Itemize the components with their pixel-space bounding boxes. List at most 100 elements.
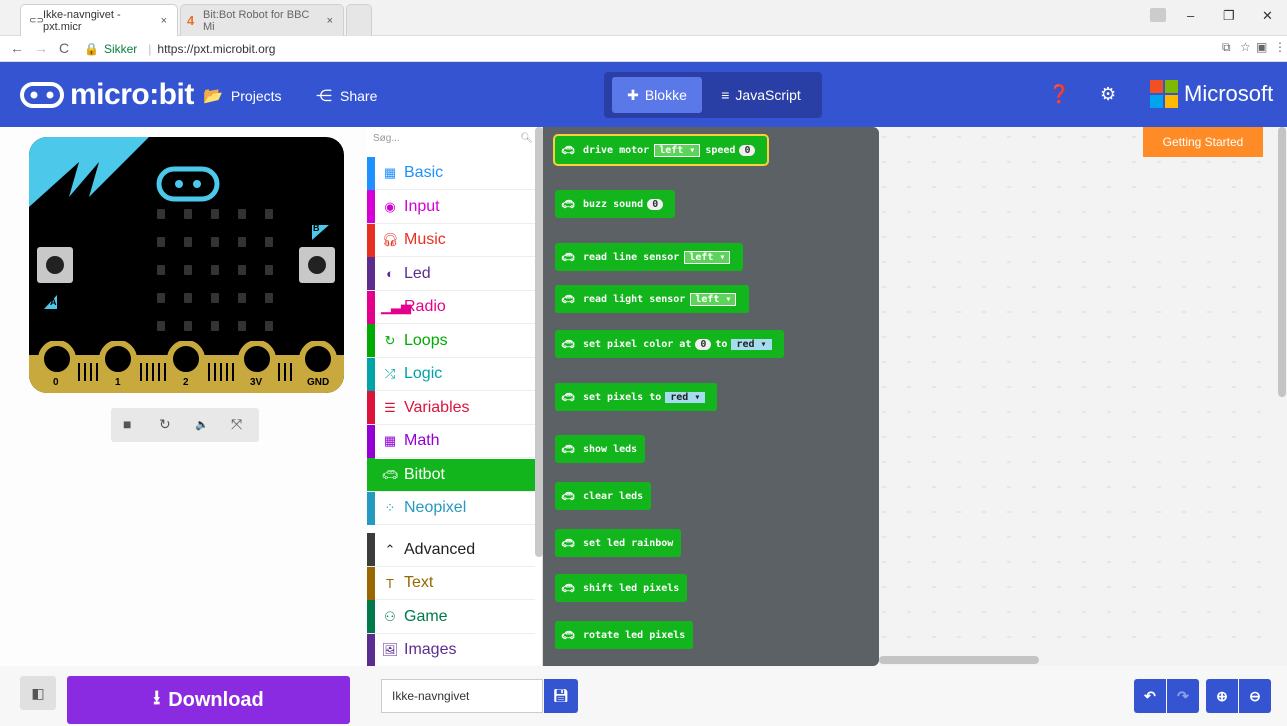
bitbot-block[interactable]: 🚗︎ set pixels to red ▾ [555, 383, 718, 411]
forward-icon[interactable]: → [34, 40, 48, 56]
toolbox-category-advanced[interactable]: ⌃ Advanced [367, 533, 535, 567]
url-field[interactable]: 🔒 Sikker | https://pxt.microbit.org [84, 38, 1244, 60]
microbit-logo-icon [20, 82, 64, 108]
download-button[interactable]: ⭳ Download [67, 676, 350, 724]
share-button[interactable]: ⋲ Share [316, 86, 377, 106]
extension-icon[interactable]: ▣ [1256, 40, 1267, 54]
toolbox-category-logic[interactable]: ⤮ Logic [367, 357, 535, 391]
button-b[interactable] [299, 247, 335, 283]
workspace-horizontal-scrollbar[interactable] [879, 656, 1039, 664]
star-icon[interactable]: ☆ [1240, 40, 1251, 54]
toolbox-category-text[interactable]: T Text [367, 566, 535, 600]
restart-icon[interactable]: ↻ [159, 416, 171, 433]
editor-toggle: ✚ Blokke ≡ JavaScript [604, 72, 822, 118]
projects-button[interactable]: 📂 Projects [203, 86, 282, 106]
toolbox-category-music[interactable]: 🎧︎ Music [367, 223, 535, 257]
led [238, 237, 246, 247]
blocks-workspace[interactable]: Getting Started [879, 127, 1287, 666]
blocks-tab[interactable]: ✚ Blokke [612, 77, 702, 113]
block-text: speed [705, 144, 736, 156]
window-close-icon[interactable]: ✕ [1262, 8, 1273, 24]
toolbox-category-math[interactable]: ▦ Math [367, 424, 535, 458]
pin-label: 1 [115, 377, 121, 388]
zoom-in-button[interactable]: ⊕ [1206, 679, 1238, 713]
toolbox-category-neopixel[interactable]: ⁘ Neopixel [367, 491, 535, 525]
bitbot-block[interactable]: 🚗︎ drive motor left ▾ speed 0 [552, 134, 770, 166]
browser-tab-inactive[interactable]: 4 Bit:Bot Robot for BBC Mi × [180, 4, 344, 36]
microbit-board[interactable]: B A 0 1 2 3V GND [29, 137, 344, 393]
block-color-dropdown[interactable]: red ▾ [665, 391, 706, 403]
workspace-vertical-scrollbar[interactable] [1278, 127, 1286, 397]
bitbot-block[interactable]: 🚗︎ read line sensor left ▾ [555, 243, 744, 271]
toolbox-search[interactable]: Søg... 🔍︎ [373, 133, 533, 153]
help-icon[interactable]: ❓ [1048, 84, 1070, 105]
reload-icon[interactable]: C [59, 40, 69, 56]
zoom-out-button[interactable]: ⊖ [1239, 679, 1271, 713]
simulator-panel: B A 0 1 2 3V GND ■ ↻ 🔈 ⤧ [0, 127, 367, 666]
block-dropdown[interactable]: left ▾ [654, 143, 701, 157]
text-icon: T [386, 575, 394, 591]
block-number-input[interactable]: 0 [647, 198, 664, 210]
back-icon[interactable]: ← [10, 40, 24, 56]
bitbot-block[interactable]: 🚗︎ set led rainbow [555, 529, 682, 557]
toggle-icon: ◐ [386, 266, 394, 281]
save-button[interactable]: 💾︎ [544, 679, 578, 713]
align-left-icon: ≡ [721, 87, 730, 103]
toolbox-category-led[interactable]: ◐ Led [367, 257, 535, 291]
bitbot-block[interactable]: 🚗︎ shift led pixels [555, 574, 688, 602]
undo-button[interactable]: ↶ [1134, 679, 1166, 713]
close-icon[interactable]: × [327, 15, 333, 27]
toolbox-category-variables[interactable]: ☰ Variables [367, 391, 535, 425]
led [184, 265, 192, 275]
block-dropdown[interactable]: left ▾ [684, 250, 731, 264]
category-label: Neopixel [404, 499, 467, 516]
toolbox-category-images[interactable]: 🖼︎ Images [367, 633, 535, 667]
microsoft-brand[interactable]: Microsoft [1150, 80, 1273, 108]
toolbox-category-basic[interactable]: ▦ Basic [367, 156, 535, 190]
button-a[interactable] [37, 247, 73, 283]
toolbox-category-input[interactable]: ◉ Input [367, 190, 535, 224]
browser-tab-active[interactable]: ⊂⊃ Ikke-navngivet - pxt.micr × [20, 4, 178, 36]
getting-started-button[interactable]: Getting Started [1143, 127, 1263, 157]
javascript-tab[interactable]: ≡ JavaScript [708, 77, 814, 113]
gamepad-icon: ⚇ [384, 608, 396, 624]
block-number-input[interactable]: 0 [695, 338, 712, 350]
category-color-bar [367, 223, 375, 257]
simulator-controls: ■ ↻ 🔈 ⤧ [111, 408, 259, 442]
gear-icon[interactable]: ⚙ [1100, 84, 1116, 105]
menu-icon[interactable]: ⋮ [1274, 40, 1286, 54]
microsoft-label: Microsoft [1184, 81, 1274, 106]
minimize-icon[interactable]: – [1187, 8, 1194, 23]
led [265, 209, 273, 219]
collapse-simulator-button[interactable]: ◧ [20, 676, 56, 710]
refresh-icon: ↻ [384, 332, 396, 348]
toolbox-scrollbar[interactable] [535, 127, 543, 557]
toolbox-category-game[interactable]: ⚇ Game [367, 600, 535, 634]
category-label: Basic [404, 164, 444, 181]
translate-icon[interactable]: ⧉ [1222, 40, 1231, 55]
maximize-icon[interactable]: ❐ [1223, 8, 1235, 24]
block-dropdown[interactable]: left ▾ [690, 292, 737, 306]
user-icon[interactable] [1150, 8, 1166, 22]
toolbox-category-bitbot[interactable]: 🚗︎ Bitbot [367, 458, 535, 492]
stop-icon[interactable]: ■ [123, 416, 131, 432]
car-icon: 🚗︎ [561, 442, 575, 456]
microbit-logo[interactable]: micro:bit [20, 78, 194, 112]
mute-icon[interactable]: 🔈 [195, 418, 209, 431]
block-color-dropdown[interactable]: red ▾ [731, 338, 772, 350]
bitbot-block[interactable]: 🚗︎ clear leds [555, 482, 652, 510]
toolbox-category-radio[interactable]: ▁▃▅ Radio [367, 290, 535, 324]
bitbot-block[interactable]: 🚗︎ show leds [555, 435, 646, 463]
close-icon[interactable]: × [161, 15, 167, 27]
fullscreen-icon[interactable]: ⤧ [231, 416, 242, 433]
bitbot-block[interactable]: 🚗︎ read light sensor left ▾ [555, 285, 750, 313]
bitbot-block[interactable]: 🚗︎ buzz sound 0 [555, 190, 676, 218]
new-tab-button[interactable] [346, 4, 372, 36]
block-number-input[interactable]: 0 [739, 144, 756, 156]
redo-button[interactable]: ↷ [1167, 679, 1199, 713]
projects-label: Projects [230, 88, 282, 104]
project-name-input[interactable]: Ikke-navngivet [381, 679, 543, 713]
bitbot-block[interactable]: 🚗︎ rotate led pixels [555, 621, 694, 649]
toolbox-category-loops[interactable]: ↻ Loops [367, 324, 535, 358]
bitbot-block[interactable]: 🚗︎ set pixel color at 0 to red ▾ [555, 330, 784, 358]
